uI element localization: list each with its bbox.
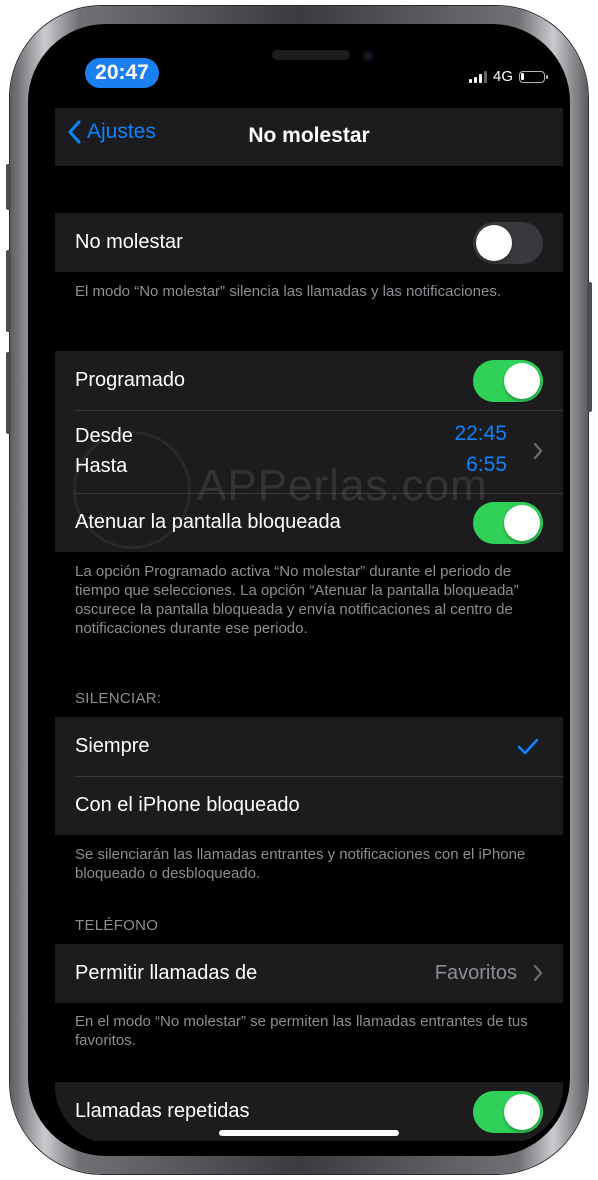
- watermark-text: APPerlas.com: [197, 461, 488, 510]
- allow-calls-label: Permitir llamadas de: [75, 962, 258, 984]
- volume-down-button: [6, 352, 11, 434]
- power-button: [587, 282, 592, 412]
- page-title: No molestar: [248, 124, 370, 147]
- phone-header: TELÉFONO: [75, 917, 159, 934]
- allow-calls-value: Favoritos: [434, 962, 517, 984]
- chevron-right-icon: [533, 442, 543, 460]
- phone-footer: En el modo “No molestar” se permiten las…: [75, 1013, 528, 1049]
- chevron-right-icon: [533, 964, 543, 982]
- dnd-label: No molestar: [75, 231, 183, 253]
- toggle-knob: [476, 224, 512, 261]
- navigation-bar: Ajustes No molestar: [55, 108, 563, 166]
- schedule-footer: La opción Programado activa “No molestar…: [75, 563, 519, 637]
- schedule-row: Programado: [55, 351, 563, 410]
- silence-option-always[interactable]: Siempre: [55, 717, 563, 776]
- schedule-toggle[interactable]: [473, 359, 543, 402]
- silence-option-locked[interactable]: Con el iPhone bloqueado: [55, 776, 563, 835]
- front-camera: [362, 50, 374, 62]
- silent-switch: [6, 164, 11, 210]
- toggle-knob: [504, 1093, 540, 1130]
- toggle-knob: [504, 504, 540, 541]
- battery-icon: [519, 70, 548, 83]
- checkmark-icon: [517, 738, 539, 754]
- dnd-footer: El modo “No molestar” silencia las llama…: [75, 283, 502, 300]
- phone-frame: 20:47 4G Ajustes No molestar No molestar…: [6, 6, 592, 1174]
- speaker-grille: [272, 50, 350, 60]
- screen: 20:47 4G Ajustes No molestar No molestar…: [55, 36, 563, 1144]
- repeated-calls-toggle[interactable]: [473, 1090, 543, 1133]
- silence-option-label: Con el iPhone bloqueado: [75, 794, 300, 816]
- silence-group: Siempre Con el iPhone bloqueado: [55, 717, 563, 835]
- network-label: 4G: [492, 68, 513, 85]
- dnd-group: No molestar: [55, 213, 563, 272]
- repeated-calls-label: Llamadas repetidas: [75, 1100, 250, 1122]
- signal-icon: [468, 70, 487, 83]
- phone-group: Permitir llamadas de Favoritos: [55, 944, 563, 1003]
- watermark-logo: [73, 431, 191, 549]
- dnd-row: No molestar: [55, 213, 563, 272]
- notch: [172, 36, 448, 86]
- volume-up-button: [6, 250, 11, 332]
- home-indicator[interactable]: [219, 1130, 399, 1136]
- allow-calls-row[interactable]: Permitir llamadas de Favoritos: [55, 944, 563, 1003]
- silence-option-label: Siempre: [75, 735, 150, 757]
- toggle-knob: [504, 362, 540, 399]
- silence-footer: Se silenciarán las llamadas entrantes y …: [75, 846, 526, 882]
- status-time[interactable]: 20:47: [85, 58, 159, 88]
- silence-header: SILENCIAR:: [75, 690, 162, 707]
- from-value: 22:45: [454, 422, 507, 445]
- schedule-label: Programado: [75, 369, 186, 391]
- status-indicators: 4G: [468, 68, 548, 85]
- dnd-toggle[interactable]: [473, 221, 543, 264]
